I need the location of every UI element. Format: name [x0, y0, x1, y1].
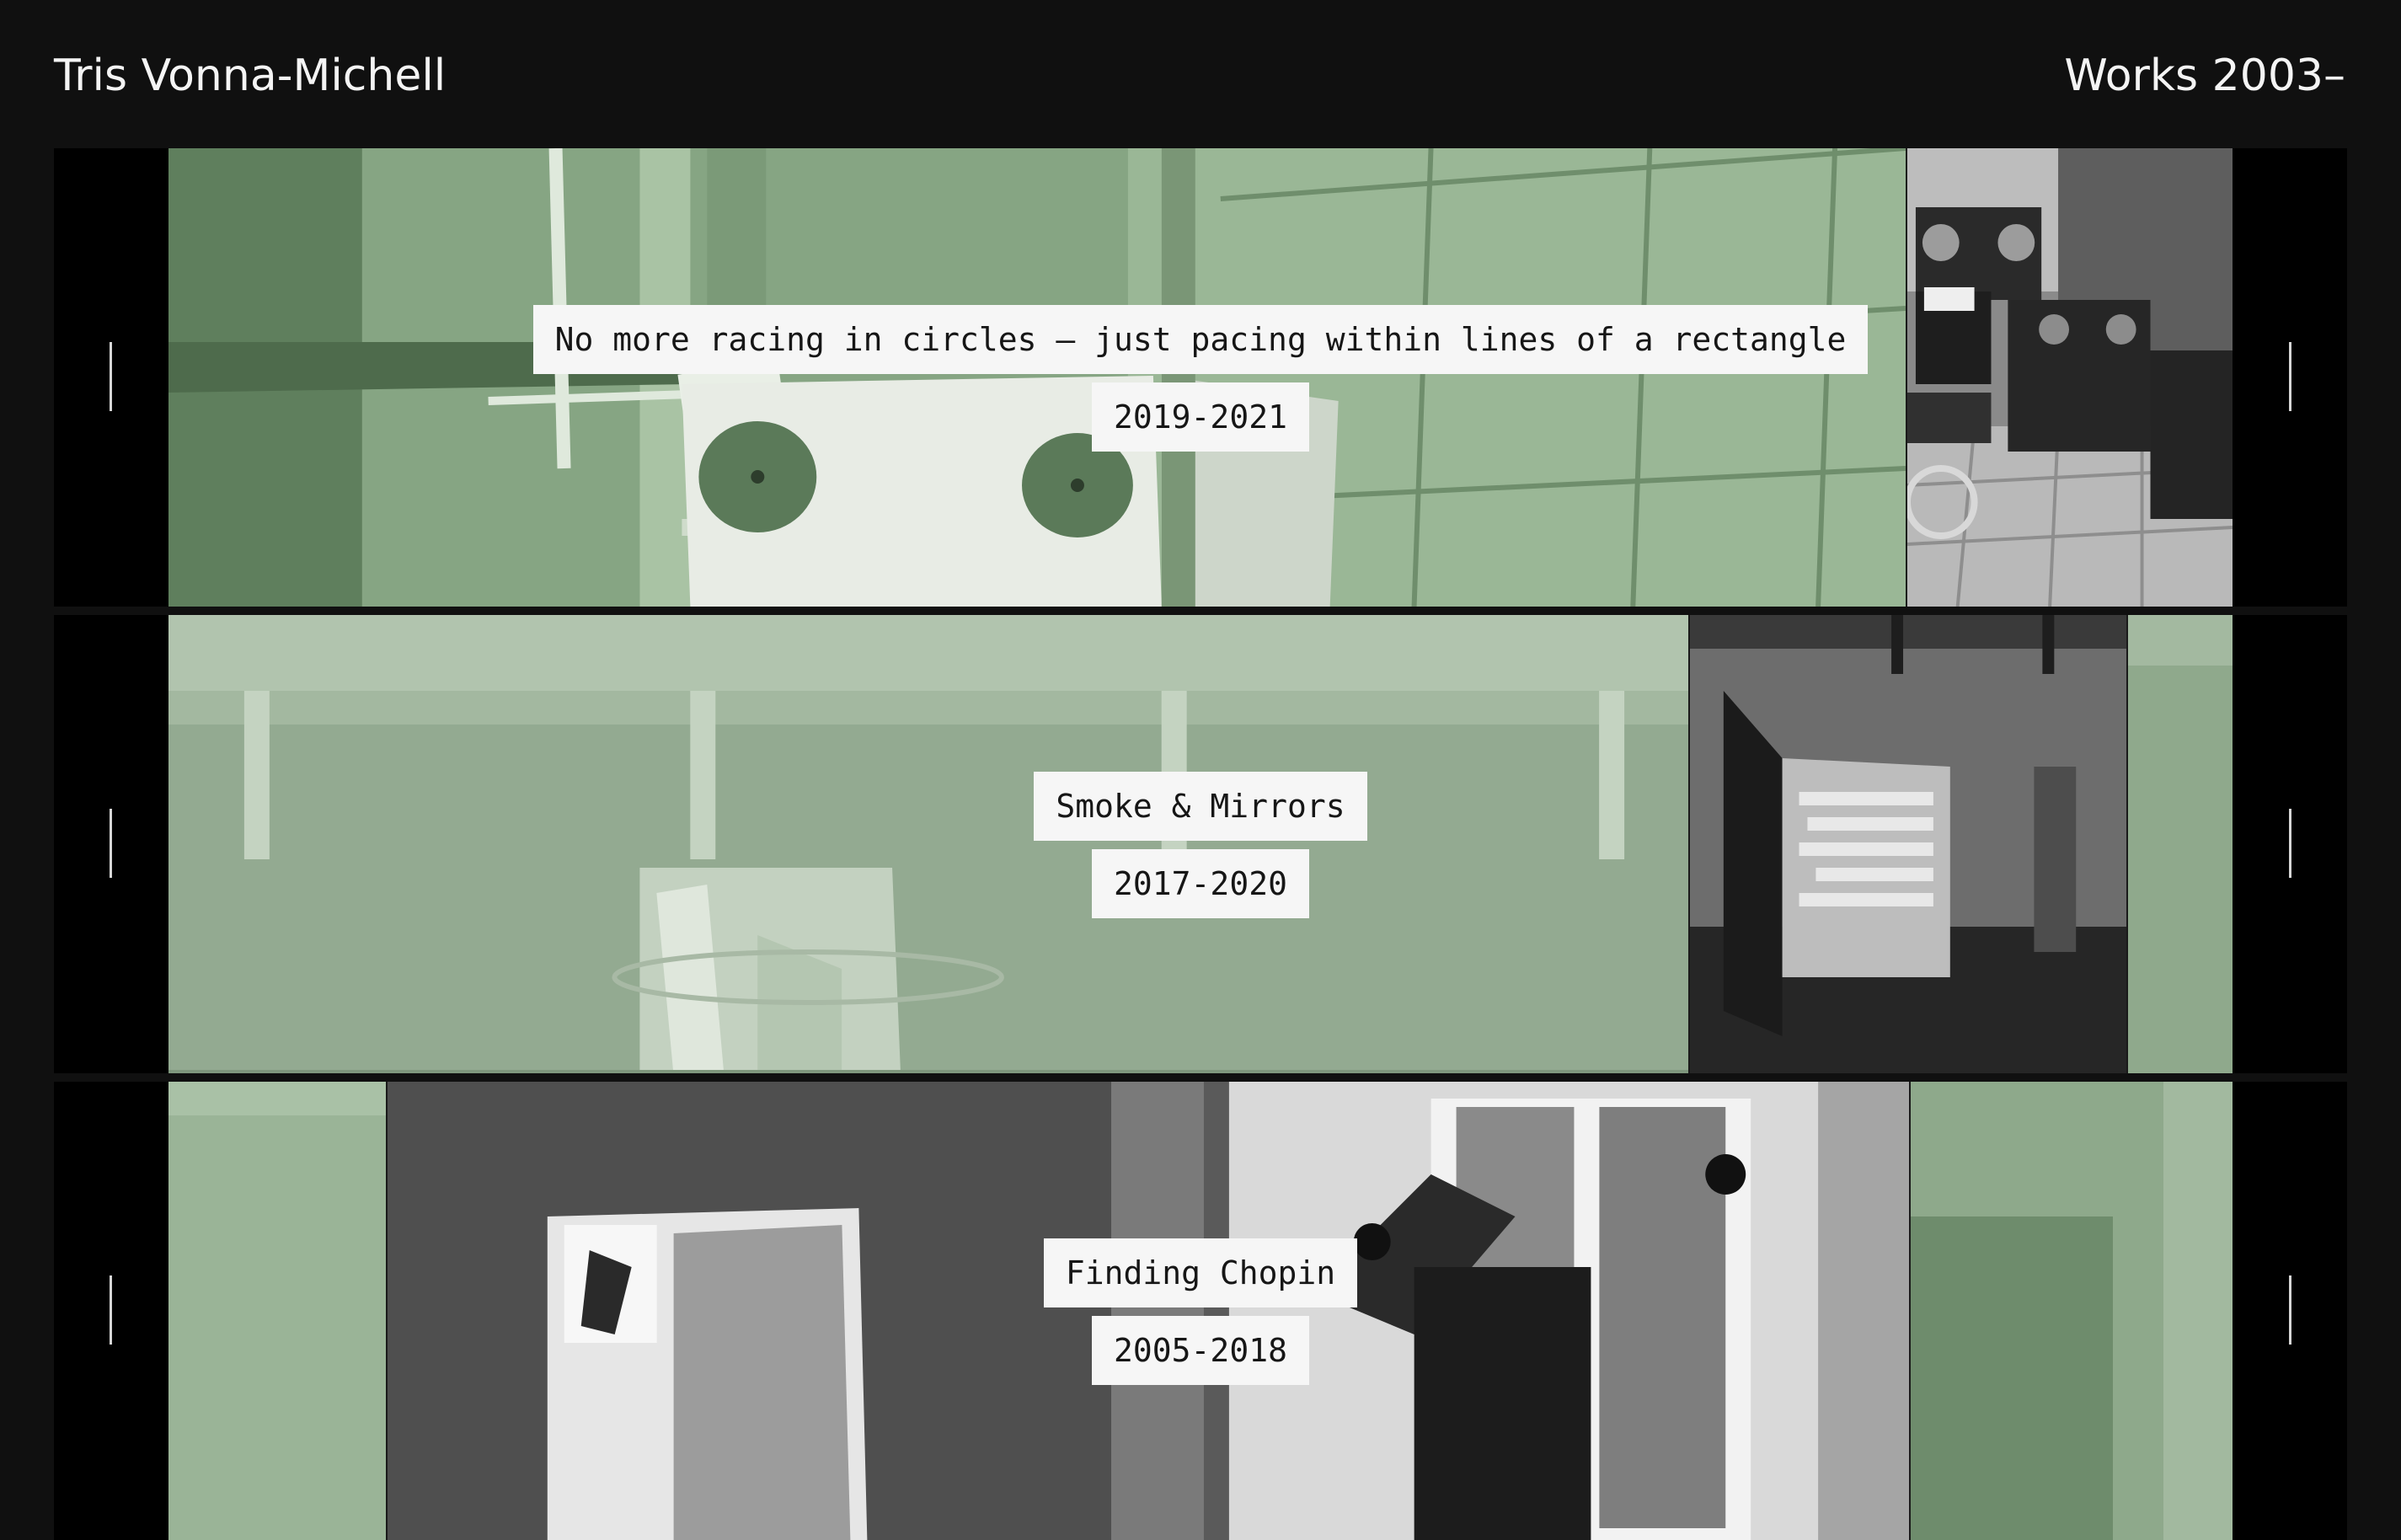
next-slide-button[interactable] [2233, 1082, 2347, 1540]
prev-arrow-icon [110, 809, 112, 878]
project-row-3: Finding Chopin 2005-2018 [54, 1082, 2347, 1540]
prev-slide-button[interactable] [54, 615, 168, 1073]
project-years[interactable]: 2005-2018 [1092, 1316, 1309, 1385]
image-carousel[interactable] [168, 148, 2233, 607]
image-carousel[interactable] [168, 615, 2233, 1073]
project-title-link[interactable]: No more racing in circles – just pacing … [532, 305, 1869, 374]
project-image-green [168, 148, 1907, 607]
next-slide-button[interactable] [2233, 615, 2347, 1073]
project-row-2: Smoke & Mirrors 2017-2020 [54, 615, 2347, 1073]
project-years[interactable]: 2019-2021 [1092, 382, 1309, 452]
next-arrow-icon [2289, 1275, 2291, 1345]
next-slide-button[interactable] [2233, 148, 2347, 607]
prev-arrow-icon [110, 1275, 112, 1345]
image-carousel[interactable] [168, 1082, 2233, 1540]
project-image-bw [1907, 148, 2233, 607]
project-image-bw [388, 1082, 1911, 1540]
prev-arrow-icon [110, 342, 112, 411]
project-image-green [2128, 615, 2233, 1073]
project-title-link[interactable]: Finding Chopin [1043, 1238, 1358, 1307]
site-title[interactable]: Tris Vonna-Michell [54, 45, 446, 106]
next-arrow-icon [2289, 342, 2291, 411]
project-years[interactable]: 2017-2020 [1092, 849, 1309, 918]
project-image-green [1911, 1082, 2233, 1540]
next-arrow-icon [2289, 809, 2291, 878]
project-row-1: No more racing in circles – just pacing … [54, 148, 2347, 607]
project-image-green [168, 1082, 388, 1540]
project-image-green [168, 615, 1690, 1073]
prev-slide-button[interactable] [54, 1082, 168, 1540]
project-title-link[interactable]: Smoke & Mirrors [1034, 772, 1367, 841]
works-index-link[interactable]: Works 2003– [2064, 45, 2345, 106]
prev-slide-button[interactable] [54, 148, 168, 607]
project-image-bw [1690, 615, 2128, 1073]
